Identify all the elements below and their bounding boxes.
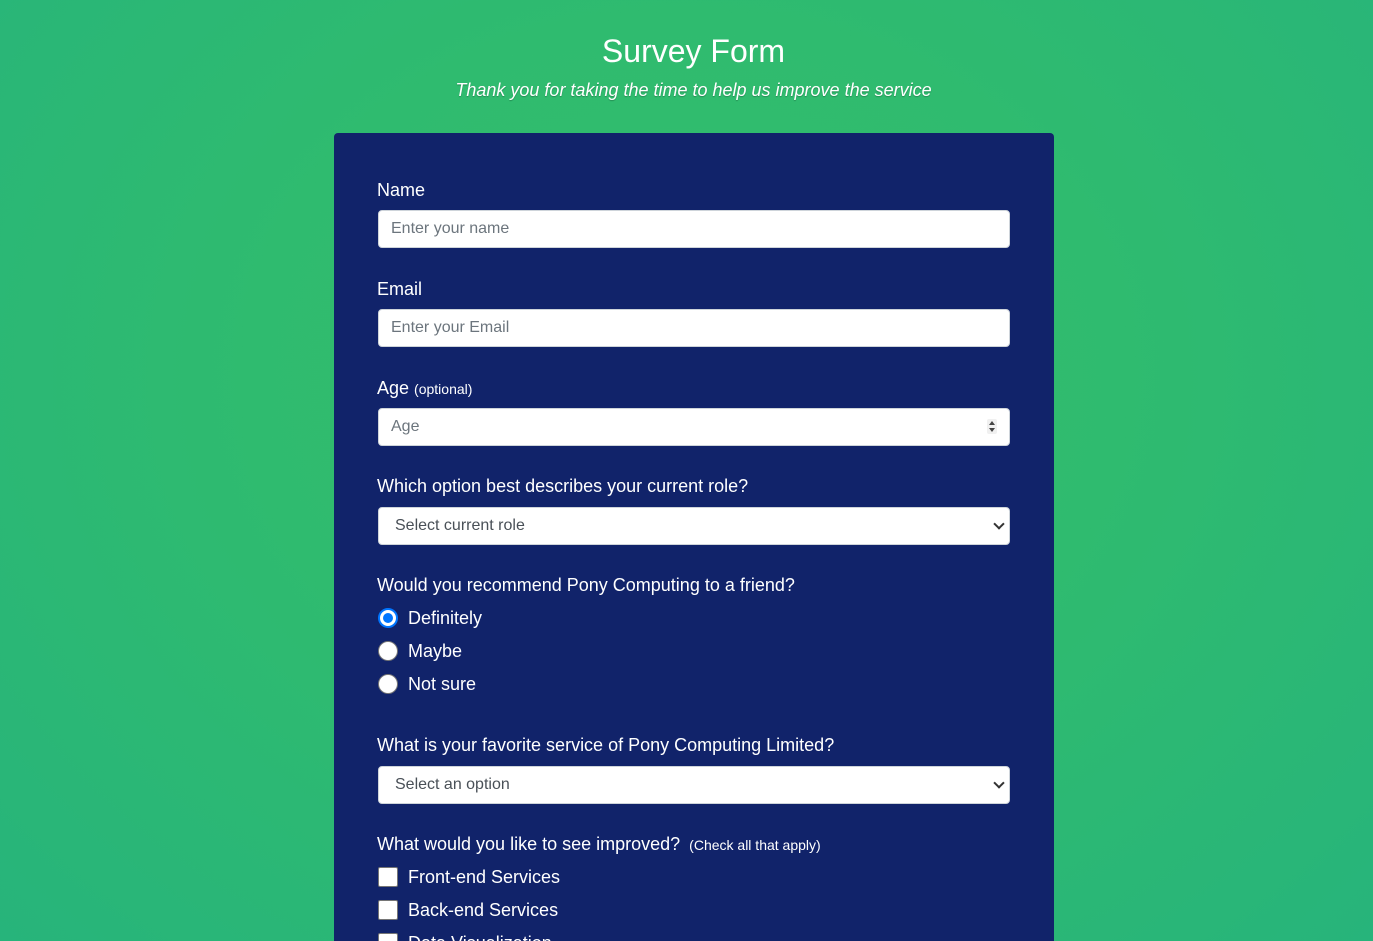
improve-label-text: What would you like to see improved? — [377, 834, 681, 854]
recommend-option-maybe[interactable]: Maybe — [378, 640, 462, 662]
favorite-dropdown[interactable]: Select an option — [378, 766, 1010, 804]
radio-unchecked-icon[interactable] — [378, 674, 398, 694]
age-field-wrapper — [378, 408, 1010, 446]
age-label-text: Age — [377, 378, 410, 398]
recommend-option-label: Definitely — [408, 607, 483, 628]
radio-checked-icon[interactable] — [378, 608, 398, 628]
improve-option-label: Back-end Services — [408, 899, 559, 920]
page-title: Survey Form — [601, 33, 786, 69]
improve-option-label: Front-end Services — [408, 866, 561, 887]
email-input[interactable] — [378, 309, 1010, 347]
checkbox-icon[interactable] — [378, 933, 398, 941]
checkbox-icon[interactable] — [378, 867, 398, 887]
name-label: Name — [377, 180, 426, 200]
email-label: Email — [377, 279, 423, 299]
improve-label: What would you like to see improved? (Ch… — [377, 833, 821, 856]
chevron-down-icon — [993, 777, 1005, 789]
improve-option-data-visualization[interactable]: Data Visualization — [378, 932, 552, 941]
age-optional-hint: (optional) — [414, 381, 473, 397]
recommend-option-label: Maybe — [408, 640, 463, 661]
role-dropdown[interactable]: Select current role — [378, 507, 1010, 545]
favorite-dropdown-value: Select an option — [395, 776, 510, 793]
improve-option-back-end[interactable]: Back-end Services — [378, 899, 558, 921]
recommend-option-label: Not sure — [408, 673, 477, 694]
radio-unchecked-icon[interactable] — [378, 641, 398, 661]
chevron-down-icon — [993, 518, 1005, 530]
checkbox-icon[interactable] — [378, 900, 398, 920]
role-label: Which option best describes your current… — [377, 476, 749, 496]
role-dropdown-value: Select current role — [395, 517, 525, 534]
page-subtitle: Thank you for taking the time to help us… — [455, 80, 932, 100]
improve-option-front-end[interactable]: Front-end Services — [378, 866, 560, 888]
favorite-label: What is your favorite service of Pony Co… — [377, 735, 835, 755]
improve-option-label: Data Visualization — [408, 933, 552, 941]
age-input[interactable] — [378, 408, 1010, 446]
survey-form: Name Email Age (optional) Which option b… — [334, 133, 1054, 941]
name-input[interactable] — [378, 210, 1010, 248]
improve-hint: (Check all that apply) — [689, 837, 821, 853]
recommend-label: Would you recommend Pony Computing to a … — [377, 575, 795, 595]
age-label: Age (optional) — [377, 377, 472, 400]
recommend-option-not-sure[interactable]: Not sure — [378, 673, 476, 695]
recommend-option-definitely[interactable]: Definitely — [378, 607, 482, 629]
number-spinner-icon[interactable] — [987, 419, 997, 434]
